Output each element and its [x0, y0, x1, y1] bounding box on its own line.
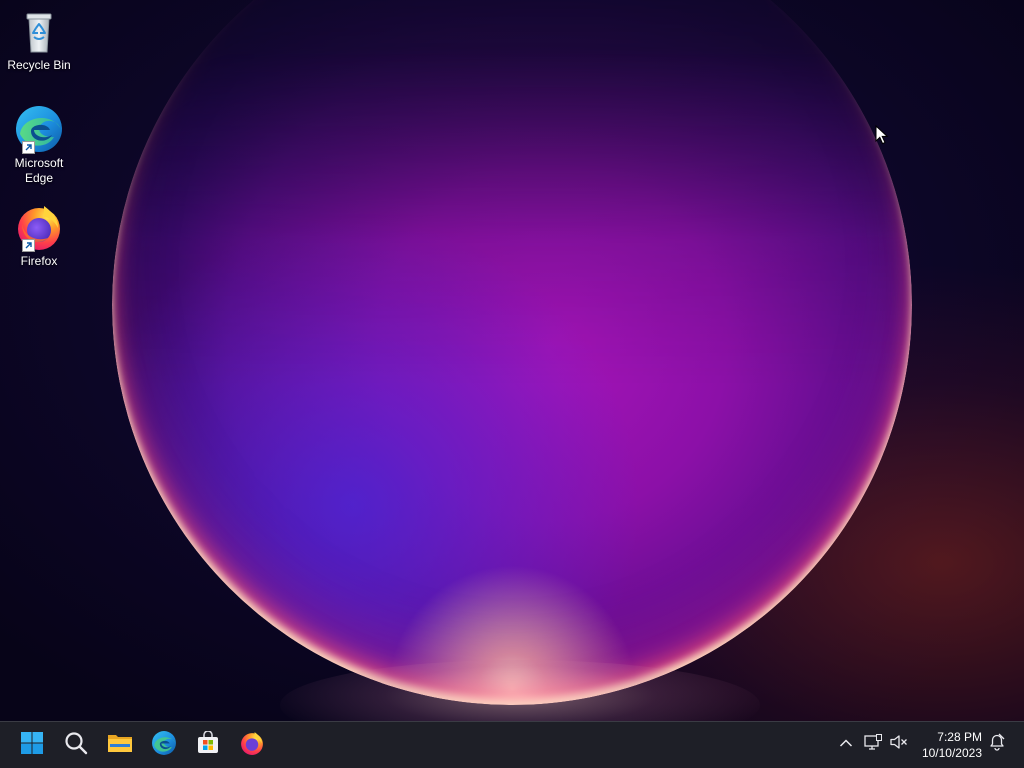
edge-icon	[14, 104, 64, 154]
speaker-muted-icon	[890, 734, 908, 755]
desktop-icon-edge[interactable]: Microsoft Edge	[4, 104, 74, 186]
windows-logo-icon	[20, 731, 44, 760]
edge-icon	[151, 730, 177, 761]
wallpaper-sphere	[112, 0, 912, 705]
folder-icon	[107, 731, 133, 760]
shortcut-arrow-icon	[22, 239, 35, 252]
show-hidden-icons-button[interactable]	[834, 732, 858, 756]
shortcut-arrow-icon	[22, 141, 35, 154]
chevron-up-icon	[839, 735, 853, 753]
notifications-button[interactable]	[985, 732, 1009, 756]
system-clock[interactable]: 7:28 PM 10/10/2023	[922, 729, 982, 761]
network-button[interactable]	[861, 732, 885, 756]
desktop[interactable]: Recycle Bin Microsoft Edge Firefox	[0, 0, 1024, 721]
network-icon	[864, 733, 882, 755]
search-button[interactable]	[57, 726, 95, 764]
microsoft-store-button[interactable]	[189, 726, 227, 764]
desktop-icon-label: Firefox	[20, 254, 58, 268]
search-icon	[64, 731, 88, 760]
taskbar: 7:28 PM 10/10/2023	[0, 721, 1024, 768]
recycle-bin-icon	[14, 6, 64, 56]
desktop-icon-label: Recycle Bin	[7, 58, 71, 72]
clock-time: 7:28 PM	[937, 730, 982, 744]
clock-date: 10/10/2023	[921, 746, 982, 760]
firefox-icon	[14, 202, 64, 252]
desktop-icon-label: Microsoft Edge	[14, 156, 64, 185]
mouse-cursor-icon	[875, 124, 889, 150]
volume-button[interactable]	[887, 732, 911, 756]
notification-icon	[988, 733, 1006, 756]
firefox-taskbar-button[interactable]	[233, 726, 271, 764]
start-button[interactable]	[13, 726, 51, 764]
desktop-icon-recycle-bin[interactable]: Recycle Bin	[4, 6, 74, 73]
desktop-icon-firefox[interactable]: Firefox	[4, 202, 74, 269]
file-explorer-button[interactable]	[101, 726, 139, 764]
edge-taskbar-button[interactable]	[145, 726, 183, 764]
firefox-icon	[239, 730, 265, 761]
store-icon	[196, 729, 220, 760]
